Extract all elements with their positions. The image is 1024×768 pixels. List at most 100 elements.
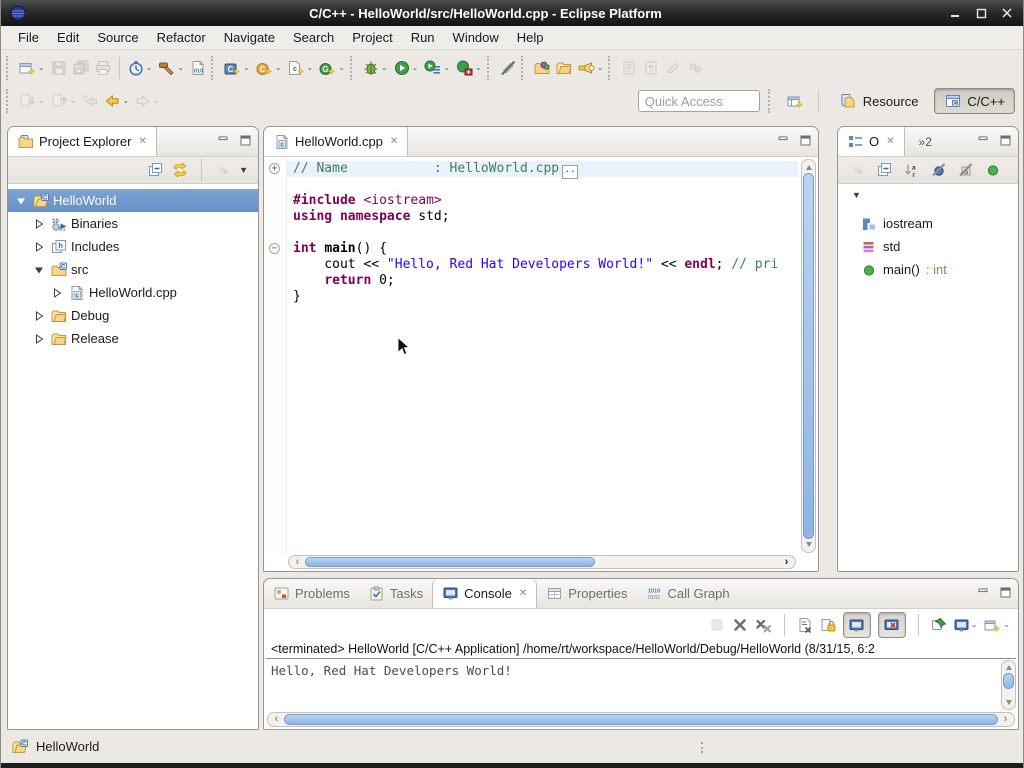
code-line-9[interactable]: } bbox=[287, 289, 798, 305]
pin-editor-button[interactable]: ¶ bbox=[640, 55, 662, 81]
display-selected-console-button[interactable]: ⌄ bbox=[954, 618, 978, 633]
scroll-right-icon[interactable]: › bbox=[780, 557, 793, 568]
profile-dropdown-icon[interactable]: ⌄ bbox=[146, 64, 153, 72]
toolbar-drag-handle[interactable] bbox=[608, 56, 614, 80]
code-area[interactable]: // Name : HelloWorld.cpp..#include <iost… bbox=[287, 157, 798, 554]
clear-console-button[interactable] bbox=[797, 617, 813, 633]
editor-vscrollbar[interactable] bbox=[801, 159, 816, 553]
toolbar-drag-handle[interactable] bbox=[521, 56, 527, 80]
minimize-console-button[interactable] bbox=[978, 587, 989, 598]
tree-item-src[interactable]: Csrc bbox=[8, 258, 258, 281]
expand-arrow-icon[interactable] bbox=[32, 334, 46, 344]
hide-fields-button[interactable] bbox=[931, 162, 947, 178]
save-button[interactable] bbox=[48, 55, 70, 81]
search-dropdown-icon[interactable]: ⌄ bbox=[597, 64, 604, 72]
code-line-4[interactable]: using namespace std; bbox=[287, 209, 798, 225]
last-edit-button[interactable] bbox=[618, 55, 640, 81]
quick-access-input[interactable] bbox=[638, 90, 760, 112]
hide-non-public-button[interactable] bbox=[985, 162, 1001, 178]
maximize-console-button[interactable] bbox=[1000, 587, 1011, 598]
menu-run[interactable]: Run bbox=[402, 26, 444, 50]
next-annotation-button[interactable]: ⌄ bbox=[16, 88, 48, 114]
code-line-8[interactable]: return 0; bbox=[287, 273, 798, 289]
run-history-dropdown-icon[interactable]: ⌄ bbox=[443, 64, 450, 72]
expand-arrow-icon[interactable] bbox=[32, 219, 46, 229]
outline-item-main-[interactable]: main() : int bbox=[838, 258, 1018, 281]
run-button[interactable]: ⌄ bbox=[391, 55, 422, 81]
outline-item-iostream[interactable]: iostream bbox=[838, 212, 1018, 235]
toolbar-drag-handle[interactable] bbox=[768, 89, 774, 113]
toolbar-drag-handle[interactable] bbox=[487, 56, 493, 80]
menu-refactor[interactable]: Refactor bbox=[148, 26, 215, 50]
scroll-down-icon[interactable] bbox=[1006, 700, 1012, 705]
focus-button[interactable] bbox=[850, 162, 866, 178]
console-output[interactable]: Hello, Red Hat Developers World! bbox=[266, 660, 998, 710]
code-line-7[interactable]: cout << "Hello, Red Hat Developers World… bbox=[287, 257, 798, 273]
new-c-file-dropdown-icon[interactable]: ⌄ bbox=[307, 64, 314, 72]
outline-item-std[interactable]: std bbox=[838, 235, 1018, 258]
console-vscrollbar[interactable] bbox=[1001, 660, 1016, 710]
tab-outline[interactable]: O ✕ bbox=[838, 127, 905, 156]
hide-static-members-button[interactable]: S bbox=[958, 162, 974, 178]
maximize-window-button[interactable] bbox=[971, 6, 991, 20]
tree-item-binaries[interactable]: 1001Binaries bbox=[8, 212, 258, 235]
debug-dropdown-icon[interactable]: ⌄ bbox=[381, 64, 388, 72]
minimize-editor-button[interactable] bbox=[778, 135, 789, 146]
previous-annotation-dropdown-icon[interactable]: ⌄ bbox=[70, 97, 77, 105]
tab-project-explorer[interactable]: Project Explorer ✕ bbox=[8, 127, 157, 156]
maximize-view-button[interactable] bbox=[240, 135, 251, 146]
close-window-button[interactable] bbox=[997, 6, 1017, 20]
menu-file[interactable]: File bbox=[9, 26, 48, 50]
view-menu-icon[interactable]: ▼ bbox=[239, 165, 248, 175]
new-wizard-button[interactable]: ⌄ bbox=[16, 55, 48, 81]
expand-arrow-icon[interactable] bbox=[32, 242, 46, 252]
collapse-all-button[interactable] bbox=[877, 162, 893, 178]
focus-button[interactable] bbox=[215, 162, 231, 178]
menu-edit[interactable]: Edit bbox=[48, 26, 88, 50]
tree-item-helloworld-cpp[interactable]: cHelloWorld.cpp bbox=[8, 281, 258, 304]
print-button[interactable] bbox=[92, 55, 114, 81]
toolbar-drag-handle[interactable] bbox=[350, 56, 356, 80]
open-resource-button[interactable] bbox=[531, 55, 553, 81]
show-console-on-stderr-toggle[interactable] bbox=[878, 612, 906, 638]
code-line-5[interactable] bbox=[287, 225, 798, 241]
perspective-resource-button[interactable]: Resource bbox=[830, 88, 929, 114]
coverage-button[interactable]: ⌄ bbox=[453, 55, 485, 81]
statusbar-drag-handle[interactable] bbox=[701, 742, 706, 753]
display-console-dropdown-icon[interactable]: ⌄ bbox=[971, 621, 978, 629]
new-cpp-class-button[interactable]: C ⌄ bbox=[253, 55, 285, 81]
close-outline-icon[interactable]: ✕ bbox=[886, 136, 894, 147]
back-button[interactable]: ⌄ bbox=[101, 88, 132, 114]
collapse-arrow-icon[interactable] bbox=[32, 265, 46, 275]
toolbar-drag-handle[interactable] bbox=[6, 56, 12, 80]
forward-button[interactable]: ⌄ bbox=[132, 88, 163, 114]
open-folder-button[interactable] bbox=[553, 55, 575, 81]
link-with-editor-button[interactable] bbox=[172, 162, 188, 178]
close-view-icon[interactable]: ✕ bbox=[519, 588, 527, 599]
open-console-dropdown-icon[interactable]: ⌄ bbox=[1003, 621, 1010, 629]
remove-all-terminated-button[interactable] bbox=[755, 617, 772, 633]
profile-button[interactable]: ⌄ bbox=[125, 55, 156, 81]
scroll-up-icon[interactable] bbox=[1006, 665, 1012, 670]
perspective-cpp-button[interactable]: C C/C++ bbox=[934, 88, 1015, 114]
remove-launch-button[interactable] bbox=[732, 617, 748, 633]
collapse-all-button[interactable] bbox=[148, 162, 164, 178]
code-line-2[interactable] bbox=[287, 177, 798, 193]
scroll-down-icon[interactable] bbox=[806, 542, 812, 547]
console-hscrollbar[interactable]: ‹ › bbox=[267, 712, 1015, 727]
maximize-editor-button[interactable] bbox=[800, 135, 811, 146]
scroll-right-icon[interactable]: › bbox=[999, 714, 1012, 725]
editor-vscroll-thumb[interactable] bbox=[803, 173, 814, 539]
scroll-up-icon[interactable] bbox=[806, 165, 812, 170]
view-menu-icon[interactable]: ▼ bbox=[852, 190, 861, 200]
terminate-button[interactable] bbox=[709, 617, 725, 633]
binary-file-button[interactable]: 010 bbox=[187, 55, 209, 81]
expand-fold-icon[interactable]: + bbox=[269, 163, 280, 174]
tree-item-includes[interactable]: hIncludes bbox=[8, 235, 258, 258]
back-dropdown-icon[interactable]: ⌄ bbox=[122, 97, 129, 105]
previous-annotation-button[interactable]: ⌄ bbox=[48, 88, 80, 114]
next-annotation-dropdown-icon[interactable]: ⌄ bbox=[38, 97, 45, 105]
expand-arrow-icon[interactable] bbox=[50, 288, 64, 298]
code-line-6[interactable]: int main() { bbox=[287, 241, 798, 257]
tree-item-helloworld[interactable]: CHelloWorld bbox=[8, 189, 258, 212]
